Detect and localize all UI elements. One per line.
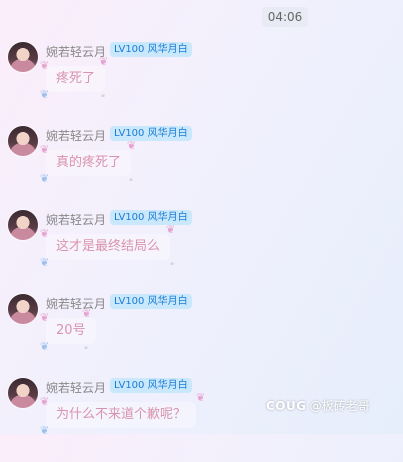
sender-name[interactable]: 婉若轻云月: [46, 211, 106, 228]
avatar[interactable]: [8, 378, 38, 408]
level-badge: LV100 风华月白: [110, 210, 192, 225]
level-badge: LV100 风华月白: [110, 378, 192, 393]
message-text: 真的疼死了: [56, 155, 122, 170]
sender-name[interactable]: 婉若轻云月: [46, 43, 106, 60]
decoration-dots-icon: ": [170, 262, 175, 272]
watermark-text: @板砖老哥: [309, 399, 370, 413]
avatar[interactable]: [8, 210, 38, 240]
decoration-dots-icon: ": [84, 346, 89, 356]
watermark: COUG @板砖老哥: [266, 397, 370, 414]
level-badge: LV100 风华月白: [110, 42, 192, 57]
message-bubble[interactable]: 为什么不来道个歉呢？: [46, 402, 197, 428]
butterfly-icon: ❦: [40, 424, 50, 437]
butterfly-icon: ❦: [99, 55, 109, 68]
chat-message: 婉若轻云月 LV100 风华月白 ❦ 这才是最终结局么 ❦ ❦ ": [0, 210, 403, 294]
avatar[interactable]: [8, 126, 38, 156]
chat-message: 婉若轻云月 LV100 风华月白 ❦ 疼死了 ❦ ❦ ": [0, 42, 403, 126]
message-text: 20号: [56, 323, 86, 338]
message-text: 疼死了: [56, 71, 96, 86]
level-badge: LV100 风华月白: [110, 294, 192, 309]
timestamp: 04:06: [262, 7, 308, 27]
chat-message: 婉若轻云月 LV100 风华月白 ❦ 20号 ❦ ❦ ": [0, 294, 403, 378]
message-bubble[interactable]: 20号: [46, 318, 96, 344]
message-bubble[interactable]: 疼死了: [46, 66, 106, 92]
chat-message: 婉若轻云月 LV100 风华月白 ❦ 为什么不来道个歉呢？ ❦ ❦: [0, 378, 403, 462]
watermark-logo: COUG: [266, 399, 307, 413]
butterfly-icon: ❦: [166, 223, 176, 236]
sender-name[interactable]: 婉若轻云月: [46, 295, 106, 312]
butterfly-icon: ❦: [40, 88, 50, 101]
butterfly-icon: ❦: [40, 172, 50, 185]
avatar[interactable]: [8, 294, 38, 324]
message-bubble[interactable]: 这才是最终结局么: [46, 234, 171, 260]
butterfly-icon: ❦: [40, 256, 50, 269]
avatar[interactable]: [8, 42, 38, 72]
sender-name[interactable]: 婉若轻云月: [46, 379, 106, 396]
butterfly-icon: ❦: [196, 391, 206, 404]
sender-name[interactable]: 婉若轻云月: [46, 127, 106, 144]
decoration-dots-icon: ": [101, 94, 106, 104]
butterfly-icon: ❦: [40, 340, 50, 353]
butterfly-icon: ❦: [82, 307, 92, 320]
message-bubble[interactable]: 真的疼死了: [46, 150, 132, 176]
message-text: 为什么不来道个歉呢？: [56, 407, 187, 422]
decoration-dots-icon: ": [129, 178, 134, 188]
chat-message: 婉若轻云月 LV100 风华月白 ❦ 真的疼死了 ❦ ❦ ": [0, 126, 403, 210]
butterfly-icon: ❦: [127, 139, 137, 152]
level-badge: LV100 风华月白: [110, 126, 192, 141]
message-text: 这才是最终结局么: [56, 239, 161, 254]
